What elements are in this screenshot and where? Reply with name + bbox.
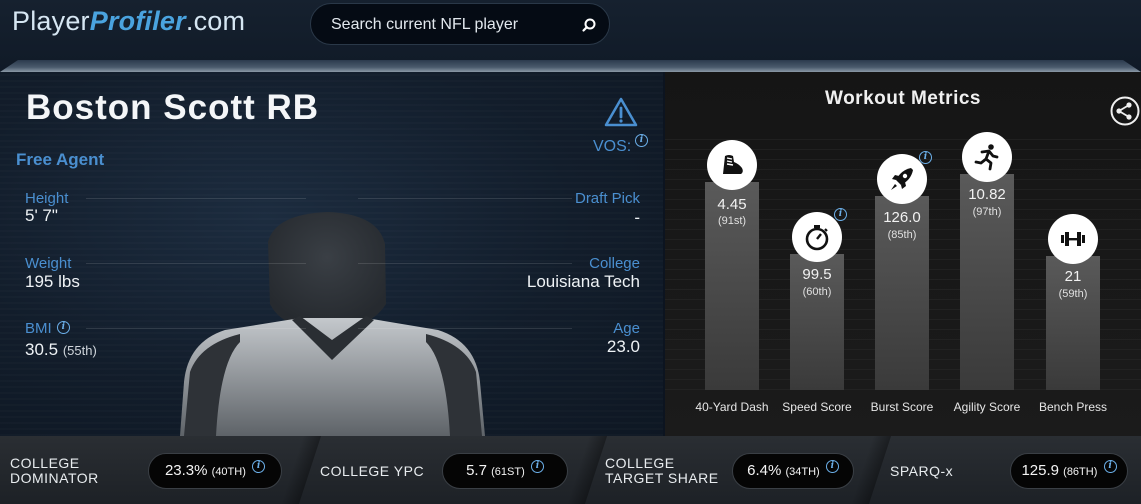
search-input[interactable] [331,14,571,36]
divider [86,263,306,264]
height-label: Height [25,190,69,207]
info-icon[interactable]: i [919,151,932,164]
share-icon[interactable] [1110,96,1140,126]
college-ypc-value: 5.7 (61ST) i [442,453,568,489]
divider [86,198,306,199]
info-icon[interactable]: i [1103,460,1117,473]
player-profile-panel: Boston Scott RB Free Agent VOS: i Height… [0,72,663,436]
stat-rank: (86TH) [1063,466,1098,478]
college-dominator-label: COLLEGE DOMINATOR [10,456,99,486]
college-ypc-label: COLLEGE YPC [320,464,424,479]
college-value: Louisiana Tech [526,272,640,291]
stat-value: 5.7 [466,462,487,479]
player-name: Boston Scott RB [26,88,320,127]
stat-value: 6.4% [747,462,782,479]
workout-title: Workout Metrics [824,88,981,109]
page-root: PlayerProfiler.com Boston Scott RB Free … [0,0,1141,504]
bar-value: 21 [1064,268,1082,285]
bar-label: Burst Score [870,400,934,414]
stat-rank: (34TH) [785,466,820,478]
vos-label: VOS: [593,138,632,155]
info-icon[interactable]: i [56,321,70,334]
bmi-label-text: BMI [25,320,52,337]
info-icon[interactable]: i [834,208,847,221]
bar-value: 126.0 [883,209,921,226]
player-team: Free Agent [16,150,105,169]
college-label: College [589,255,640,272]
info-icon[interactable]: i [530,460,544,473]
bar-percentile: (59th) [1058,288,1088,300]
divider [358,263,572,264]
draft-pick-value: - [634,208,640,227]
college-stats-bar: COLLEGE DOMINATOR 23.3% (40TH) i COLLEGE… [0,436,1141,504]
stat-rank: (61ST) [491,466,525,478]
college-target-share-label: COLLEGE TARGET SHARE [605,456,719,486]
label-line: TARGET SHARE [605,470,719,486]
header-divider [0,60,1141,72]
shoe-icon [707,140,757,190]
age-value: 23.0 [606,337,640,356]
barbell-icon [1048,214,1098,264]
college-target-share-value: 6.4% (34TH) i [732,453,854,489]
warning-icon[interactable] [604,96,638,128]
label-line: COLLEGE [605,455,675,471]
bmi-rank: (55th) [62,343,97,358]
age-label: Age [613,320,640,337]
bar-percentile: (60th) [802,286,832,298]
height-value: 5' 7" [25,206,58,225]
separator [850,436,892,504]
logo-part-player: Player [12,6,90,36]
player-silhouette-image [180,212,485,436]
site-logo[interactable]: PlayerProfiler.com [12,6,245,37]
bar-percentile: (85th) [887,229,917,241]
separator [566,436,608,504]
bar-label: Speed Score [782,400,852,414]
info-icon[interactable]: i [635,134,648,147]
bar-value: 4.45 [717,196,747,213]
sparq-x-label: SPARQ-x [890,464,953,479]
search-box [310,3,610,45]
bmi-value-number: 30.5 [25,340,59,359]
label-line: COLLEGE YPC [320,463,425,479]
draft-pick-label: Draft Pick [574,190,640,207]
logo-part-domain: .com [185,6,246,36]
label-line: DOMINATOR [10,470,99,486]
logo-part-profiler: Profiler [89,6,186,36]
weight-label: Weight [25,255,72,272]
info-icon[interactable]: i [252,460,266,473]
bar-label: Agility Score [953,400,1021,414]
bmi-label: BMI i [25,320,70,337]
bmi-value: 30.5 (55th) [25,340,97,360]
bar-label: 40-Yard Dash [695,400,769,414]
bar-value: 10.82 [968,186,1006,203]
stat-value: 23.3% [164,462,208,479]
bar-percentile: (91st) [717,215,747,227]
label-line: COLLEGE [10,455,80,471]
divider [358,198,572,199]
stat-value: 125.9 [1021,462,1059,479]
site-header: PlayerProfiler.com [0,0,1141,72]
separator [280,436,322,504]
search-icon[interactable] [579,15,599,35]
bar-value: 99.5 [802,266,832,283]
stat-rank: (40TH) [211,466,246,478]
weight-value: 195 lbs [25,272,80,291]
college-dominator-value: 23.3% (40TH) i [148,453,282,489]
divider [86,328,306,329]
sparq-x-value: 125.9 (86TH) i [1010,453,1128,489]
stopwatch-icon [792,212,842,262]
bar-percentile: (97th) [972,206,1002,218]
vos-field: VOS: i [593,134,648,156]
label-line: SPARQ-x [890,463,954,479]
bar-40-yard-dash[interactable] [705,182,759,390]
bar-label: Bench Press [1038,400,1108,414]
divider [358,328,572,329]
info-icon[interactable]: i [825,460,839,473]
workout-metrics-panel: Workout Metrics 4.45 (91st) 40-Yard Dash… [665,72,1141,436]
runner-icon [962,132,1012,182]
